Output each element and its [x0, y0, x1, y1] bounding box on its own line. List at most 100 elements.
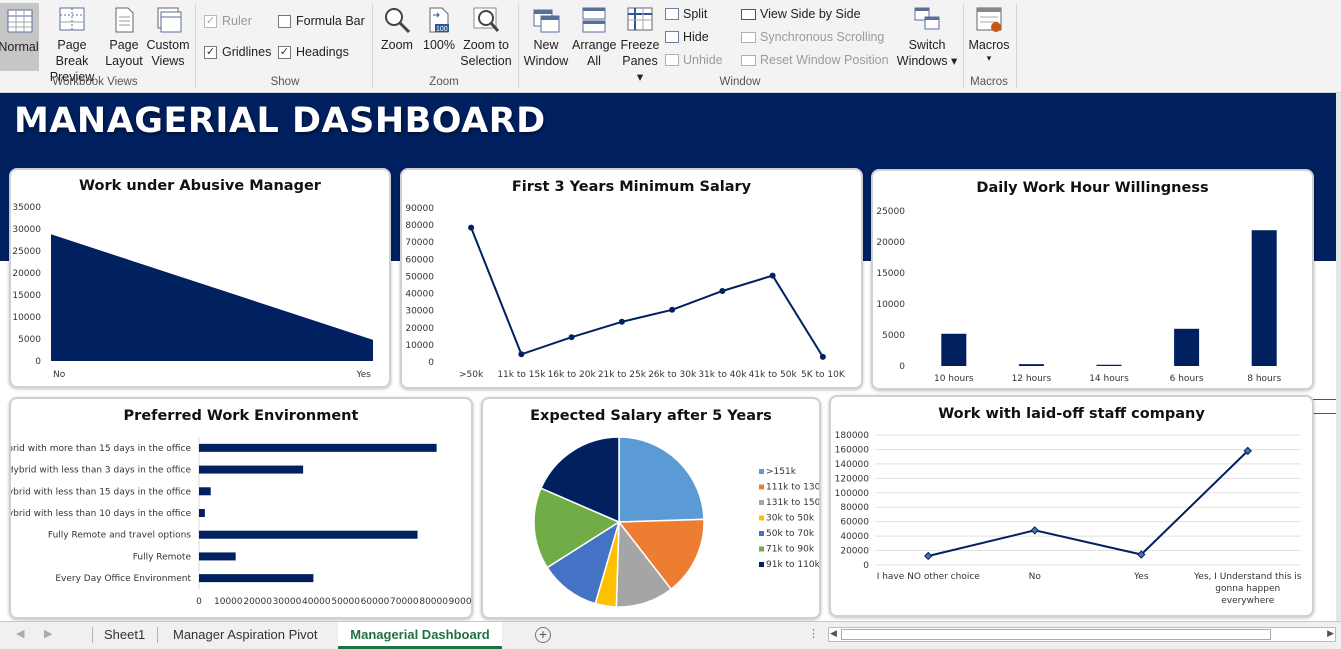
prev-sheet-icon[interactable]: ◀	[16, 627, 24, 640]
headings-checkbox[interactable]: ✓ Headings	[278, 45, 349, 59]
expected-salary-chart[interactable]: Expected Salary after 5 Years >151k 111k …	[481, 397, 821, 619]
hide-icon	[665, 31, 679, 43]
normal-view-button[interactable]: Normal	[0, 3, 39, 71]
x-tick-label: 21k to 25k	[598, 370, 647, 380]
y-tick-label: 15000	[12, 291, 41, 301]
zoom-100-button[interactable]: 100 100%	[421, 5, 457, 53]
page-layout-button[interactable]: Page Layout	[105, 5, 143, 69]
worksheet-area[interactable]: MANAGERIAL DASHBOARD Work under Abusive …	[0, 93, 1336, 621]
y-tick-label: 180000	[835, 431, 870, 441]
workbook-views-group-label: Workbook Views	[52, 76, 138, 88]
hide-button[interactable]: Hide	[665, 30, 709, 44]
line-series	[928, 450, 1249, 557]
x-tick-label: No	[1029, 572, 1042, 582]
y-tick-label: 40000	[840, 532, 869, 542]
x-tick-label: 0	[196, 597, 202, 607]
scroll-left-icon[interactable]: ◀	[830, 628, 837, 639]
x-tick-label: >50k	[459, 370, 484, 380]
y-tick-label: 50000	[405, 272, 434, 282]
split-icon	[665, 8, 679, 20]
switch-windows-button[interactable]: Switch Windows ▾	[896, 5, 958, 69]
macros-icon	[974, 5, 1004, 35]
headings-label: Headings	[296, 45, 349, 59]
magnifier-icon	[382, 5, 412, 35]
legend-swatch	[759, 531, 764, 536]
bar	[1251, 230, 1277, 366]
custom-views-button[interactable]: Custom Views	[145, 5, 191, 69]
x-tick-label: 5K to 10K	[801, 370, 846, 380]
zoom-button[interactable]: Zoom	[378, 5, 416, 53]
x-tick-label: 50000	[331, 597, 360, 607]
gridlines-checkbox[interactable]: ✓ Gridlines	[204, 45, 271, 59]
y-tick-label: 70000	[405, 238, 434, 248]
y-tick-label: 20000	[12, 269, 41, 279]
data-point	[568, 334, 575, 341]
x-tick-label: 60000	[361, 597, 390, 607]
work-hour-chart[interactable]: Daily Work Hour Willingness 25000 20000 15…	[871, 169, 1314, 390]
tab-manager-aspiration-pivot[interactable]: Manager Aspiration Pivot	[165, 622, 326, 649]
abusive-manager-chart[interactable]: Work under Abusive Manager 35000 30000 250…	[9, 168, 391, 388]
ribbon-view-tab: Normal Page Break Preview Page Layout Cu…	[0, 0, 1341, 93]
new-window-button[interactable]: New Window	[522, 5, 570, 69]
minimum-salary-chart[interactable]: First 3 Years Minimum Salary 90000 80000 7…	[400, 168, 863, 389]
horizontal-scrollbar[interactable]: ◀ ▶	[828, 627, 1336, 642]
view-side-by-side-button[interactable]: View Side by Side	[741, 7, 861, 21]
legend-label: 131k to 150k	[766, 498, 819, 508]
freeze-panes-button[interactable]: Freeze Panes ▾	[618, 5, 662, 85]
split-label: Split	[683, 7, 708, 21]
checkmark-icon: ✓	[278, 45, 291, 59]
y-tick-label: Fully Remote	[133, 552, 192, 562]
arrange-all-button[interactable]: Arrange All	[572, 5, 616, 69]
tab-sheet1[interactable]: Sheet1	[96, 622, 153, 649]
legend-label: 30k to 50k	[766, 514, 815, 524]
x-tick-label: 12 hours	[1012, 374, 1052, 384]
ruler-checkbox[interactable]: ✓ Ruler	[204, 14, 252, 28]
formula-bar-checkbox[interactable]: Formula Bar	[278, 14, 365, 28]
y-tick-label: 80000	[405, 221, 434, 231]
separator	[1016, 4, 1017, 88]
scrollbar-thumb[interactable]	[841, 629, 1271, 640]
add-sheet-icon[interactable]: +	[535, 627, 551, 643]
page-layout-label: Page Layout	[105, 38, 143, 68]
separator	[963, 4, 964, 88]
y-tick-label: 25000	[876, 207, 905, 217]
data-point	[468, 224, 475, 231]
bar	[199, 465, 304, 474]
y-tick-label: 20000	[405, 324, 434, 334]
unhide-button[interactable]: Unhide	[665, 53, 723, 67]
x-tick-label: 10000	[214, 597, 243, 607]
legend-swatch	[759, 515, 764, 521]
freeze-panes-icon	[625, 5, 655, 35]
scroll-right-icon[interactable]: ▶	[1327, 628, 1334, 639]
synchronous-scrolling-button[interactable]: Synchronous Scrolling	[741, 30, 884, 44]
reset-window-position-button[interactable]: Reset Window Position	[741, 53, 889, 67]
vertical-scrollbar[interactable]	[1336, 93, 1341, 621]
work-environment-chart[interactable]: Preferred Work Environment Hybrid with m…	[9, 397, 473, 619]
legend-label: 71k to 90k	[766, 545, 815, 555]
zoom-to-selection-button[interactable]: Zoom to Selection	[459, 5, 513, 69]
split-button[interactable]: Split	[665, 7, 707, 21]
page-break-preview-button[interactable]: Page Break Preview	[41, 5, 103, 85]
next-sheet-icon[interactable]: ▶	[44, 627, 52, 640]
y-tick-label: 0	[428, 358, 434, 368]
more-options-icon[interactable]: ⋮	[808, 627, 819, 640]
y-tick-label: 120000	[835, 474, 870, 484]
gridlines-label: Gridlines	[222, 45, 272, 59]
data-point	[669, 306, 676, 313]
normal-view-icon	[5, 7, 35, 37]
separator	[518, 4, 519, 88]
laid-off-chart[interactable]: Work with laid-off staff company 180000 1…	[829, 395, 1314, 617]
zoom-label: Zoom	[381, 38, 413, 52]
bar	[1174, 328, 1200, 366]
side-by-side-icon	[741, 8, 756, 20]
line-series	[470, 227, 824, 358]
y-tick-label: 0	[863, 561, 869, 571]
y-tick-label: Hybrid with less than 3 days in the offi…	[11, 466, 191, 476]
macros-button[interactable]: Macros ▾	[966, 5, 1012, 63]
x-tick-label: gonna happen	[1215, 584, 1280, 594]
checkbox-empty-icon	[278, 14, 291, 28]
unhide-label: Unhide	[683, 53, 723, 67]
y-tick-label: 5000	[882, 331, 905, 341]
laid-off-plot: 180000 160000 140000 120000 100000 80000 60000…	[835, 431, 1302, 606]
tab-managerial-dashboard[interactable]: Managerial Dashboard	[338, 622, 502, 649]
